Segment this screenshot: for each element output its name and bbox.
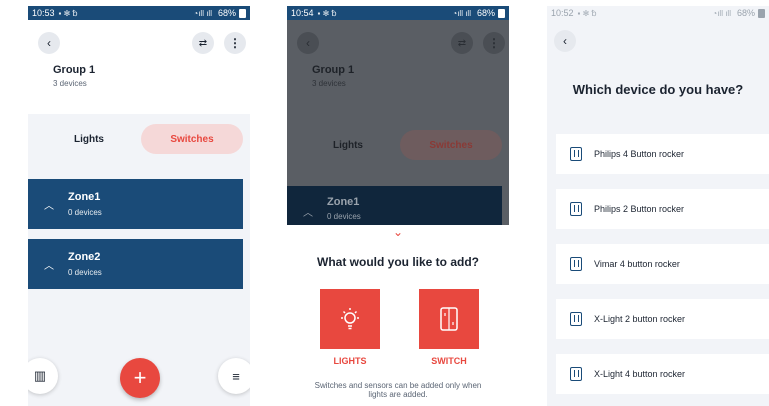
- status-bar: 10:52 ▪ ✻ ␢ ◔ıll ıll 68%: [547, 6, 769, 20]
- status-right: ◔ıll ıll 68%: [452, 8, 505, 18]
- rocker-switch-icon: [570, 257, 582, 271]
- notification-icons: ▪ ✻ ␢: [58, 8, 78, 18]
- group-device-count: 3 devices: [312, 79, 346, 88]
- battery-level: 68%: [217, 8, 236, 18]
- device-option-label: X-Light 4 button rocker: [594, 369, 686, 379]
- status-right: ◔ıll ıll 68%: [712, 8, 765, 18]
- battery-icon: [239, 8, 246, 18]
- back-button: ‹: [297, 32, 319, 54]
- building-icon: ▥: [33, 368, 47, 383]
- tab-lights[interactable]: Lights: [38, 124, 140, 154]
- dimmed-background[interactable]: ‹ ⇄ ⋮ Group 1 3 devices Lights Switches …: [287, 20, 509, 225]
- group-screen: 10:53 ▪ ✻ ␢ ◔ıll ıll 68% ‹ ⇄ ⋮ Group 1 3…: [28, 6, 250, 406]
- tab-switches[interactable]: Switches: [141, 124, 243, 154]
- battery-level: 68%: [476, 8, 495, 18]
- group-title: Group 1: [53, 64, 96, 76]
- zone-device-count: 0 devices: [68, 268, 102, 277]
- page-title: Which device do you have?: [572, 82, 744, 97]
- status-right: ◔ıll ıll 68%: [193, 8, 246, 18]
- zone-name: Zone1: [68, 191, 101, 203]
- battery-icon: [758, 8, 765, 18]
- add-switch-button[interactable]: [419, 289, 479, 349]
- chevron-up-icon: ︿: [303, 208, 313, 219]
- battery-icon: [498, 8, 505, 18]
- signal-icon: ◔ıll ıll: [452, 8, 471, 18]
- settings-button[interactable]: ⇄: [192, 32, 214, 54]
- menu-button[interactable]: ≡: [218, 358, 250, 394]
- zone-name: Zone1: [327, 196, 360, 208]
- battery-level: 68%: [736, 8, 755, 18]
- back-button[interactable]: ‹: [554, 30, 576, 52]
- zone-name: Zone2: [68, 251, 101, 263]
- more-button: ⋮: [483, 32, 505, 54]
- back-button[interactable]: ‹: [38, 32, 60, 54]
- status-bar: 10:54 ▪ ✻ ␢ ◔ıll ıll 68%: [287, 6, 509, 20]
- switch-option-label: SWITCH: [431, 356, 467, 366]
- more-button[interactable]: ⋮: [224, 32, 246, 54]
- device-option[interactable]: Philips 4 Button rocker: [556, 134, 769, 174]
- back-icon: ‹: [306, 36, 310, 50]
- lights-option-label: LIGHTS: [333, 356, 367, 366]
- tab-lights: Lights: [333, 139, 363, 151]
- signal-icon: ◔ıll ıll: [712, 8, 731, 18]
- hamburger-icon: ≡: [232, 368, 240, 384]
- add-button[interactable]: +: [120, 358, 160, 398]
- status-time: 10:52: [551, 8, 574, 18]
- more-icon: ⋮: [229, 36, 241, 50]
- rocker-switch-icon: [570, 367, 582, 381]
- add-bottom-sheet: ⌄ What would you like to add? LIGHTS SWI…: [287, 225, 509, 406]
- device-option-label: Vimar 4 button rocker: [594, 259, 680, 269]
- more-icon: ⋮: [488, 36, 500, 50]
- zone-card[interactable]: ︿ Zone2 0 devices: [28, 239, 243, 289]
- device-option[interactable]: Philips 2 Button rocker: [556, 189, 769, 229]
- back-icon: ‹: [47, 36, 51, 50]
- notification-icons: ▪ ✻ ␢: [317, 8, 337, 18]
- zone-device-count: 0 devices: [68, 208, 102, 217]
- rocker-switch-icon: [570, 147, 582, 161]
- group-device-count: 3 devices: [53, 79, 87, 88]
- add-lights-button[interactable]: [320, 289, 380, 349]
- status-time: 10:54: [291, 8, 314, 18]
- bulb-icon: [341, 308, 359, 330]
- device-option-label: Philips 4 Button rocker: [594, 149, 685, 159]
- zone-card: ︿ Zone1 0 devices: [287, 186, 502, 225]
- device-option[interactable]: X-Light 4 button rocker: [556, 354, 769, 394]
- tab-bar: Lights Switches: [28, 124, 250, 154]
- chevron-up-icon[interactable]: ︿: [44, 257, 54, 272]
- rocker-switch-icon: [570, 312, 582, 326]
- group-title: Group 1: [312, 64, 355, 76]
- status-bar: 10:53 ▪ ✻ ␢ ◔ıll ıll 68%: [28, 6, 250, 20]
- switch-icon: [440, 307, 458, 331]
- device-option[interactable]: Vimar 4 button rocker: [556, 244, 769, 284]
- sliders-icon: ⇄: [198, 37, 208, 49]
- rooms-button[interactable]: ▥: [28, 358, 58, 394]
- chevron-up-icon[interactable]: ︿: [44, 197, 54, 212]
- zone-card[interactable]: ︿ Zone1 0 devices: [28, 179, 243, 229]
- rocker-switch-icon: [570, 202, 582, 216]
- chevron-down-icon[interactable]: ⌄: [287, 225, 509, 239]
- device-select-screen: 10:52 ▪ ✻ ␢ ◔ıll ıll 68% ‹ Which device …: [547, 6, 769, 406]
- add-sheet-screen: 10:54 ▪ ✻ ␢ ◔ıll ıll 68% ‹ ⇄ ⋮ Group 1 3…: [287, 6, 509, 406]
- signal-icon: ◔ıll ıll: [193, 8, 212, 18]
- device-option-label: Philips 2 Button rocker: [594, 204, 685, 214]
- tab-switches: Switches: [400, 130, 502, 160]
- sheet-title: What would you like to add?: [317, 255, 479, 269]
- status-time: 10:53: [32, 8, 55, 18]
- back-icon: ‹: [563, 34, 567, 48]
- device-option[interactable]: X-Light 2 button rocker: [556, 299, 769, 339]
- notification-icons: ▪ ✻ ␢: [577, 8, 597, 18]
- settings-button: ⇄: [451, 32, 473, 54]
- sheet-note: Switches and sensors can be added only w…: [314, 381, 482, 399]
- device-option-label: X-Light 2 button rocker: [594, 314, 686, 324]
- zone-device-count: 0 devices: [327, 212, 361, 221]
- sliders-icon: ⇄: [457, 37, 467, 49]
